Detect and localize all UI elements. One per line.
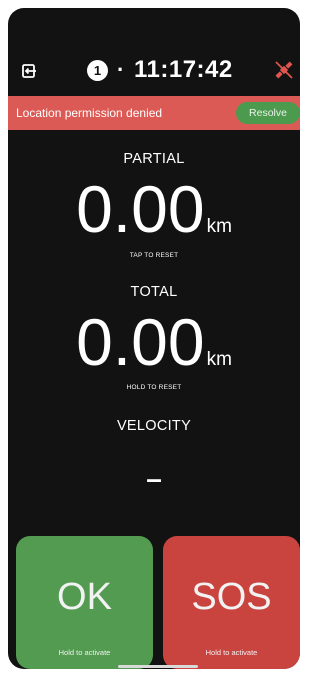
exit-icon[interactable]	[20, 62, 38, 80]
top-bar: 1 · 11:17:42	[8, 8, 300, 96]
partial-value: 0.00	[76, 172, 205, 246]
alert-message: Location permission denied	[16, 106, 163, 120]
header-separator: ·	[117, 57, 125, 82]
sos-button[interactable]: SOS Hold to activate	[163, 536, 300, 669]
ok-button[interactable]: OK Hold to activate	[16, 536, 153, 669]
velocity-value: –	[146, 463, 162, 494]
home-indicator[interactable]	[118, 665, 198, 668]
total-distance[interactable]: 0.00 km	[8, 309, 300, 375]
sos-label: SOS	[191, 576, 272, 618]
velocity-label: VELOCITY	[116, 418, 192, 434]
sos-hint: Hold to activate	[205, 648, 258, 657]
total-hint: HOLD TO RESET	[126, 384, 182, 391]
partial-unit: km	[206, 216, 232, 237]
gps-off-icon[interactable]	[272, 58, 296, 82]
permission-alert-banner: Location permission denied Resolve	[8, 96, 300, 130]
total-unit: km	[206, 349, 232, 370]
total-value: 0.00	[76, 305, 205, 379]
partial-label: PARTIAL	[123, 151, 185, 167]
partial-distance[interactable]: 0.00 km	[8, 176, 300, 242]
resolve-button[interactable]: Resolve	[236, 102, 300, 124]
lap-counter-badge: 1	[87, 60, 108, 81]
total-label: TOTAL	[130, 284, 178, 300]
partial-hint: TAP TO RESET	[129, 252, 179, 259]
ok-hint: Hold to activate	[58, 648, 111, 657]
clock: 11:17:42	[134, 56, 233, 83]
ok-label: OK	[57, 576, 112, 618]
app-screen: 1 · 11:17:42 Location permission denied …	[8, 8, 300, 669]
